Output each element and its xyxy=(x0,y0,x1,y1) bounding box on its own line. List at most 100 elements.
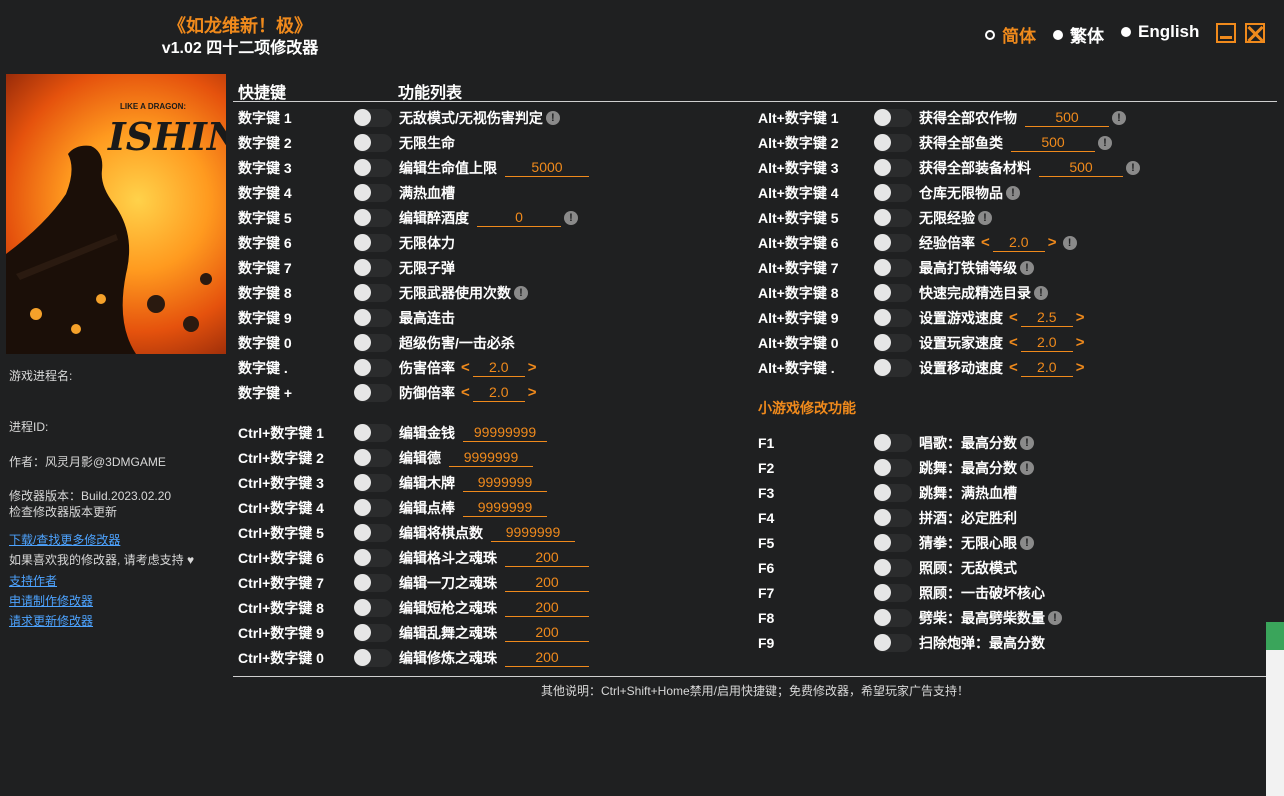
decrease-arrow-icon[interactable]: < xyxy=(461,357,470,379)
value-input[interactable]: 0 xyxy=(477,209,561,227)
value-input[interactable]: 200 xyxy=(505,624,589,642)
value-input[interactable]: 9999999 xyxy=(449,449,533,467)
feature-toggle[interactable] xyxy=(874,584,912,602)
value-input[interactable]: 9999999 xyxy=(463,499,547,517)
feature-toggle[interactable] xyxy=(354,134,392,152)
feature-toggle[interactable] xyxy=(354,109,392,127)
value-input[interactable]: 500 xyxy=(1025,109,1109,127)
feature-toggle[interactable] xyxy=(354,474,392,492)
value-input[interactable]: 500 xyxy=(1039,159,1123,177)
side-widget-tab[interactable] xyxy=(1266,622,1284,796)
feature-toggle[interactable] xyxy=(354,234,392,252)
stepper-value[interactable]: 2.0 xyxy=(472,359,525,377)
feature-toggle[interactable] xyxy=(354,334,392,352)
info-icon[interactable]: ! xyxy=(1048,611,1062,625)
info-icon[interactable]: ! xyxy=(1062,236,1077,250)
feature-toggle[interactable] xyxy=(874,259,912,277)
info-icon[interactable]: ! xyxy=(1098,136,1112,150)
increase-arrow-icon[interactable]: > xyxy=(528,357,537,379)
value-input[interactable]: 200 xyxy=(505,649,589,667)
feature-toggle[interactable] xyxy=(354,309,392,327)
feature-toggle[interactable] xyxy=(874,109,912,127)
decrease-arrow-icon[interactable]: < xyxy=(1009,307,1018,329)
feature-toggle[interactable] xyxy=(874,509,912,527)
feature-toggle[interactable] xyxy=(874,459,912,477)
info-icon[interactable]: ! xyxy=(1112,111,1126,125)
stepper-value[interactable]: 2.0 xyxy=(472,384,525,402)
stepper-value[interactable]: 2.0 xyxy=(992,234,1045,252)
feature-toggle[interactable] xyxy=(874,134,912,152)
feature-toggle[interactable] xyxy=(874,359,912,377)
increase-arrow-icon[interactable]: > xyxy=(1076,332,1085,354)
feature-toggle[interactable] xyxy=(874,184,912,202)
feature-toggle[interactable] xyxy=(354,499,392,517)
close-button[interactable] xyxy=(1245,23,1265,43)
value-input[interactable]: 9999999 xyxy=(463,474,547,492)
increase-arrow-icon[interactable]: > xyxy=(528,382,537,404)
feature-toggle[interactable] xyxy=(354,574,392,592)
feature-toggle[interactable] xyxy=(874,484,912,502)
feature-toggle[interactable] xyxy=(874,284,912,302)
download-more-link[interactable]: 下载/查找更多修改器 xyxy=(9,533,120,548)
decrease-arrow-icon[interactable]: < xyxy=(1009,357,1018,379)
feature-toggle[interactable] xyxy=(874,609,912,627)
stepper-value[interactable]: 2.5 xyxy=(1020,309,1073,327)
lang-traditional[interactable]: 繁体 xyxy=(1053,22,1104,47)
check-update-link[interactable]: 检查修改器版本更新 xyxy=(9,505,117,520)
info-icon[interactable]: ! xyxy=(978,211,992,225)
stepper-value[interactable]: 2.0 xyxy=(1020,359,1073,377)
value-input[interactable]: 200 xyxy=(505,599,589,617)
feature-toggle[interactable] xyxy=(354,284,392,302)
feature-toggle[interactable] xyxy=(874,559,912,577)
increase-arrow-icon[interactable]: > xyxy=(1076,357,1085,379)
value-input[interactable]: 500 xyxy=(1011,134,1095,152)
feature-toggle[interactable] xyxy=(354,424,392,442)
decrease-arrow-icon[interactable]: < xyxy=(981,232,990,254)
decrease-arrow-icon[interactable]: < xyxy=(461,382,470,404)
info-icon[interactable]: ! xyxy=(1126,161,1140,175)
value-input[interactable]: 99999999 xyxy=(463,424,547,442)
feature-toggle[interactable] xyxy=(354,599,392,617)
feature-toggle[interactable] xyxy=(874,534,912,552)
info-icon[interactable]: ! xyxy=(1020,436,1034,450)
stepper-value[interactable]: 2.0 xyxy=(1020,334,1073,352)
feature-toggle[interactable] xyxy=(354,524,392,542)
feature-toggle[interactable] xyxy=(874,234,912,252)
feature-toggle[interactable] xyxy=(354,159,392,177)
info-icon[interactable]: ! xyxy=(545,111,560,125)
increase-arrow-icon[interactable]: > xyxy=(1076,307,1085,329)
info-icon[interactable]: ! xyxy=(1020,536,1034,550)
lang-simplified[interactable]: 简体 xyxy=(985,22,1036,47)
info-icon[interactable]: ! xyxy=(1020,461,1034,475)
info-icon[interactable]: ! xyxy=(1006,186,1020,200)
feature-toggle[interactable] xyxy=(354,549,392,567)
minimize-button[interactable] xyxy=(1216,23,1236,43)
value-input[interactable]: 5000 xyxy=(505,159,589,177)
feature-toggle[interactable] xyxy=(874,159,912,177)
feature-toggle[interactable] xyxy=(874,634,912,652)
request-update-link[interactable]: 请求更新修改器 xyxy=(9,614,93,629)
feature-toggle[interactable] xyxy=(874,209,912,227)
feature-toggle[interactable] xyxy=(354,649,392,667)
feature-toggle[interactable] xyxy=(354,209,392,227)
increase-arrow-icon[interactable]: > xyxy=(1048,232,1057,254)
feature-toggle[interactable] xyxy=(354,259,392,277)
feature-toggle[interactable] xyxy=(354,359,392,377)
feature-toggle[interactable] xyxy=(354,449,392,467)
value-input[interactable]: 9999999 xyxy=(491,524,575,542)
lang-english[interactable]: English xyxy=(1121,22,1199,42)
feature-toggle[interactable] xyxy=(874,334,912,352)
decrease-arrow-icon[interactable]: < xyxy=(1009,332,1018,354)
feature-toggle[interactable] xyxy=(354,184,392,202)
feature-toggle[interactable] xyxy=(874,434,912,452)
info-icon[interactable]: ! xyxy=(1034,286,1048,300)
support-author-link[interactable]: 支持作者 xyxy=(9,574,57,589)
info-icon[interactable]: ! xyxy=(564,211,578,225)
feature-toggle[interactable] xyxy=(874,309,912,327)
info-icon[interactable]: ! xyxy=(514,286,528,300)
info-icon[interactable]: ! xyxy=(1020,261,1034,275)
value-input[interactable]: 200 xyxy=(505,574,589,592)
value-input[interactable]: 200 xyxy=(505,549,589,567)
request-make-link[interactable]: 申请制作修改器 xyxy=(9,594,93,609)
feature-toggle[interactable] xyxy=(354,384,392,402)
